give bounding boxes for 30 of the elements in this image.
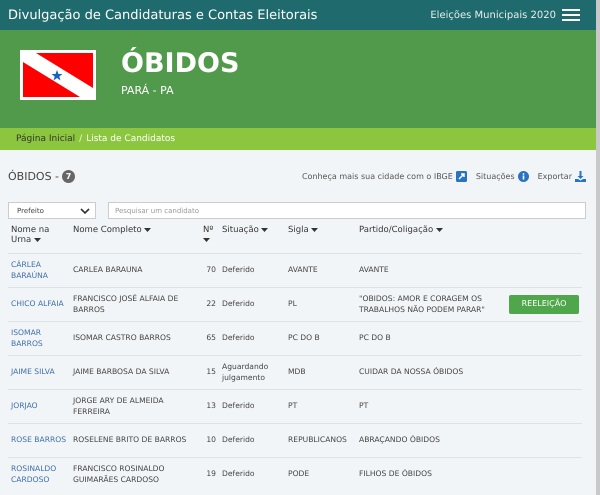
toolbar-link[interactable]: Exportar (538, 170, 586, 182)
column-header[interactable]: Nome na Urna (11, 225, 67, 245)
column-header[interactable]: Nº (203, 225, 216, 245)
toolbar-link[interactable]: Conheça mais sua cidade com o IBGE (302, 170, 467, 182)
site-title: Divulgação de Candidaturas e Contas Eleitorais (8, 8, 318, 22)
election-label: Eleições Municipais 2020 (430, 10, 556, 20)
caret-icon (144, 228, 152, 232)
flag-icon (20, 50, 96, 100)
chevron-down-icon (80, 208, 90, 214)
caret-icon (311, 228, 318, 232)
breadcrumb-separator: / (79, 134, 82, 144)
state-name: PARÁ - PA (121, 84, 175, 97)
column-header[interactable]: Situação (222, 225, 268, 235)
toolbar-link[interactable]: Situações (476, 170, 529, 182)
menu-icon[interactable] (562, 9, 580, 21)
caret-icon (203, 238, 210, 242)
column-header[interactable]: Partido/Coligação (359, 225, 443, 235)
column-header[interactable]: Sigla (288, 225, 318, 235)
caret-icon (261, 228, 268, 232)
caret-icon (436, 228, 443, 232)
external-link-icon (456, 170, 467, 182)
city-name: ÓBIDOS (121, 48, 240, 79)
column-header[interactable]: Nome Completo (73, 225, 152, 235)
count-badge: 7 (62, 170, 76, 182)
breadcrumb-link[interactable]: Página Inicial (16, 134, 76, 144)
reelection-badge: REELEIÇÃO (509, 295, 579, 314)
download-icon (575, 170, 586, 182)
info-icon (518, 170, 529, 182)
caret-icon (34, 238, 41, 242)
section-title: ÓBIDOS - (8, 170, 60, 182)
